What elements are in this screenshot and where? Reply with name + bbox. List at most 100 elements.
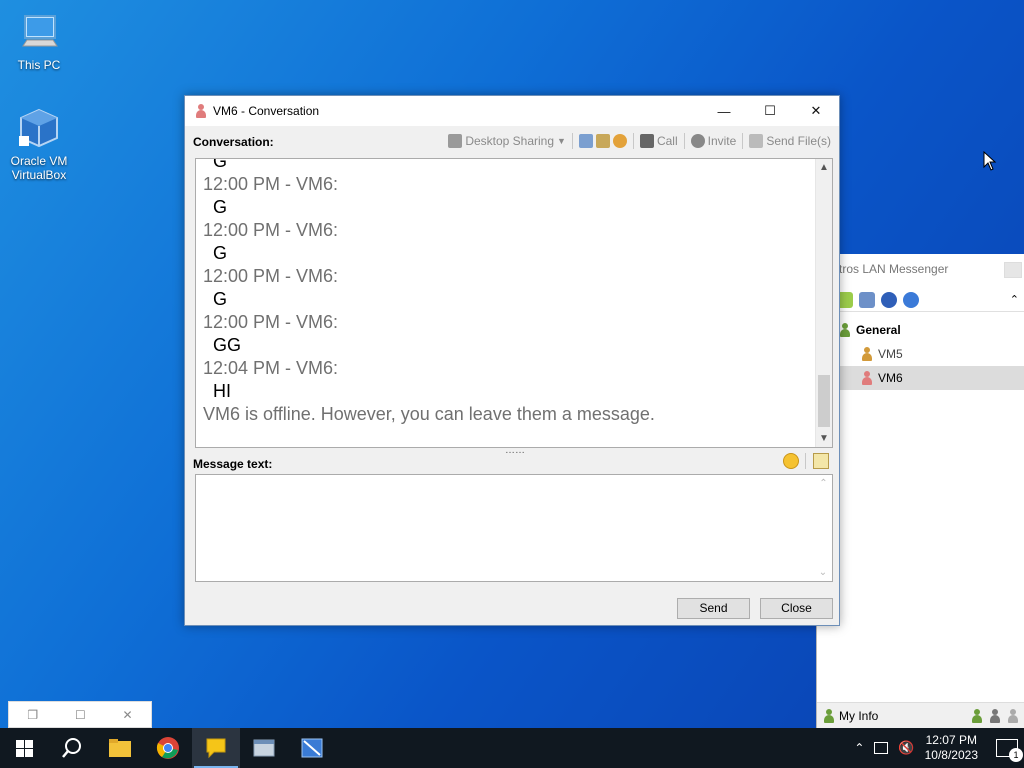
notes-icon[interactable] (859, 291, 875, 308)
message-header: 12:00 PM - VM6: (203, 220, 339, 240)
message-body: G (213, 243, 228, 263)
clock-time: 12:07 PM (925, 733, 977, 747)
message-header: 12:04 PM - VM6: (203, 358, 339, 378)
status-away-icon[interactable] (1007, 708, 1019, 723)
conversation-toolbar: Desktop Sharing ▼ Call Invite Send File(… (448, 131, 831, 151)
history-scrollbar[interactable]: ▲ ▼ (815, 159, 832, 447)
taskbar-clock[interactable]: 12:07 PM 10/8/2023 (925, 733, 978, 763)
taskbar-app-window[interactable] (240, 728, 288, 768)
scroll-down-arrow[interactable]: ⌄ (815, 564, 831, 581)
call-button[interactable]: Call (657, 134, 678, 148)
chrome-icon (156, 737, 179, 759)
message-body: G (213, 197, 228, 217)
message-input[interactable]: ⌃ ⌄ (195, 474, 833, 582)
chevron-down-icon[interactable]: ▼ (557, 136, 566, 146)
taskbar-file-explorer[interactable] (96, 728, 144, 768)
chat-bubble-icon (206, 738, 226, 759)
conversation-label: Conversation: (193, 135, 274, 149)
messenger-main-window: tros LAN Messenger ⌃ General VM5 VM6 My … (816, 254, 1024, 728)
my-info-label[interactable]: My Info (839, 709, 878, 723)
scroll-up-arrow[interactable]: ▲ (816, 159, 832, 176)
scroll-up-arrow[interactable]: ⌃ (815, 475, 832, 492)
window-app-icon (253, 739, 275, 757)
input-scrollbar[interactable]: ⌃ ⌄ (815, 475, 832, 581)
transfers-icon[interactable] (595, 134, 610, 148)
virtualbox-icon (17, 106, 61, 150)
main-window-status-bar: My Info (817, 702, 1024, 728)
contact-name: VM5 (878, 347, 903, 361)
status-online-icon[interactable] (971, 708, 983, 723)
scroll-thumb[interactable] (818, 375, 830, 427)
network-tool-icon (301, 738, 323, 758)
minimized-window[interactable]: ❐ ☐ ✕ (8, 701, 152, 728)
contact-row-vm5[interactable]: VM5 (837, 342, 1024, 366)
camera-icon[interactable] (639, 134, 654, 148)
network-icon[interactable] (874, 742, 889, 754)
search-icon (62, 738, 81, 758)
message-text-label: Message text: (193, 457, 273, 471)
splitter-handle[interactable]: …… (505, 446, 525, 456)
notification-center-icon[interactable]: 1 (996, 739, 1023, 762)
message-header: 12:00 PM - VM6: (203, 266, 339, 286)
user-offline-icon (195, 104, 207, 118)
user-icon (861, 371, 873, 385)
toolbar-separator (805, 453, 806, 469)
toolbar-separator (742, 133, 744, 149)
folder-icon (109, 739, 131, 757)
contact-tree: General VM5 VM6 (837, 318, 1024, 390)
start-button[interactable] (0, 728, 48, 768)
scroll-down-arrow[interactable]: ▼ (816, 430, 832, 447)
main-window-toolbar: ⌃ (837, 288, 1024, 312)
history-icon[interactable] (578, 134, 593, 148)
help-icon[interactable] (881, 291, 897, 308)
minimize-button[interactable]: — (701, 96, 747, 126)
collapse-toolbar-icon[interactable]: ⌃ (1010, 293, 1019, 306)
toolbar-separator (632, 133, 634, 149)
group-label: General (856, 323, 901, 337)
computer-icon (17, 10, 61, 54)
main-window-minimize-button[interactable] (1004, 262, 1022, 278)
maximize-icon[interactable]: ☐ (75, 708, 86, 722)
send-file-icon[interactable] (749, 134, 764, 148)
volume-muted-icon[interactable]: 🔇 (898, 740, 914, 756)
taskbar-network-tool[interactable] (288, 728, 336, 768)
taskbar-chrome[interactable] (144, 728, 192, 768)
desktop-icon-this-pc[interactable]: This PC (4, 10, 74, 72)
contact-name: VM6 (878, 371, 903, 385)
system-tray: ⌃ 🔇 12:07 PM 10/8/2023 1 (854, 728, 1024, 768)
message-body: HI (213, 381, 231, 401)
invite-button[interactable]: Invite (708, 134, 737, 148)
close-window-button[interactable]: ✕ (793, 96, 839, 126)
desktop-icon-virtualbox[interactable]: Oracle VM VirtualBox (4, 106, 74, 182)
chevron-up-icon[interactable]: ⌃ (854, 741, 864, 755)
send-button[interactable]: Send (677, 598, 750, 619)
invite-icon[interactable] (690, 134, 705, 148)
desktop-icon-label: This PC (17, 58, 61, 72)
font-settings-icon[interactable] (612, 134, 627, 148)
desktop-sharing-icon[interactable] (448, 134, 463, 148)
send-files-button[interactable]: Send File(s) (766, 134, 831, 148)
conversation-history[interactable]: G 12:00 PM - VM6: G 12:00 PM - VM6: G 12… (195, 158, 833, 448)
maximize-button[interactable]: ☐ (747, 96, 793, 126)
search-button[interactable] (48, 728, 96, 768)
info-icon[interactable] (903, 291, 919, 308)
message-body: GG (213, 335, 242, 355)
message-list: G 12:00 PM - VM6: G 12:00 PM - VM6: G 12… (203, 159, 813, 426)
close-button[interactable]: Close (760, 598, 833, 619)
contact-row-vm6[interactable]: VM6 (837, 366, 1024, 390)
restore-icon[interactable]: ❐ (27, 708, 38, 722)
desktop-sharing-button[interactable]: Desktop Sharing (465, 134, 554, 148)
my-info-icon[interactable] (823, 708, 835, 723)
notification-count-badge: 1 (1009, 748, 1023, 762)
close-icon[interactable]: ✕ (123, 708, 133, 722)
user-icon (861, 347, 873, 361)
edit-note-icon[interactable] (813, 453, 829, 469)
emoticon-icon[interactable] (783, 453, 799, 469)
group-row-general[interactable]: General (837, 318, 1024, 342)
taskbar-lan-messenger[interactable] (192, 728, 240, 768)
clock-date: 10/8/2023 (924, 748, 978, 762)
main-window-title: tros LAN Messenger (839, 262, 949, 276)
desktop-icon-label: Oracle VM VirtualBox (10, 154, 68, 182)
status-busy-icon[interactable] (989, 708, 1001, 723)
conversation-titlebar[interactable]: VM6 - Conversation — ☐ ✕ (185, 96, 839, 126)
